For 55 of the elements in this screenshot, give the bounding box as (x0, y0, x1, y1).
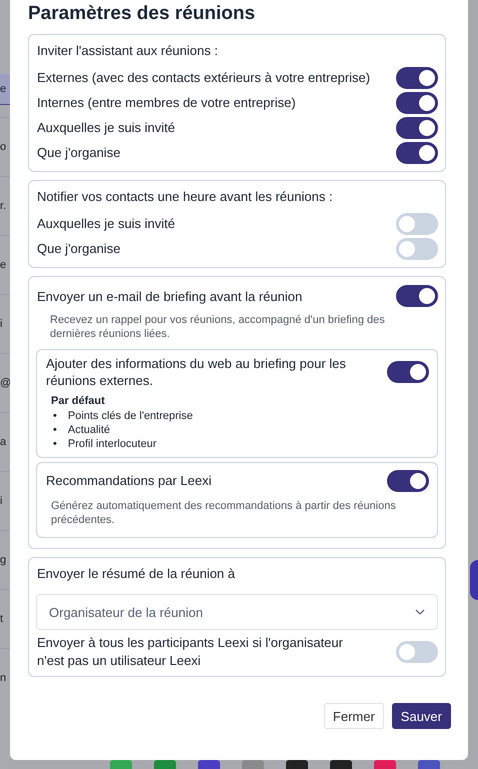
bullet-icon: • (53, 423, 57, 437)
toggle-switch[interactable] (396, 92, 438, 114)
section-heading: Inviter l'assistant aux réunions : (37, 42, 219, 60)
list-text: e (0, 258, 6, 272)
app-icon[interactable] (418, 760, 440, 769)
list-text: r. (0, 200, 6, 212)
setting-label: Envoyer à tous les participants Leexi si l'organisateur n'est pas un utilisateur Leexi (37, 634, 344, 670)
list-text: i (0, 494, 2, 508)
list-text: i (0, 318, 2, 330)
toggle-switch[interactable] (396, 66, 438, 88)
list-text: o (0, 140, 6, 154)
close-button[interactable]: Fermer (324, 703, 384, 729)
side-shape (470, 560, 478, 600)
list-text: n (0, 672, 6, 684)
list-text: t (0, 612, 4, 626)
tab-label[interactable]: e (0, 74, 10, 105)
list-title: Par défaut (51, 394, 106, 408)
app-icon[interactable] (286, 760, 308, 769)
toggle-switch[interactable] (396, 142, 438, 164)
bullet-icon: • (53, 437, 57, 451)
list-text: a (0, 436, 6, 448)
list-text: @ (0, 376, 12, 390)
setting-label: Auxquelles je suis invité (37, 119, 176, 136)
section-heading: Notifier vos contacts une heure avant les réunions : (37, 188, 334, 206)
setting-label: Que j'organise (37, 240, 120, 257)
toggle-switch[interactable] (396, 116, 438, 138)
save-button[interactable]: Sauver (392, 703, 451, 729)
app-icon[interactable] (198, 760, 220, 769)
app-icon[interactable] (154, 760, 176, 769)
setting-description: Générez automatiquement des recommandations à partir des réunions précédentes. (51, 499, 397, 527)
bullet-icon: • (53, 409, 57, 423)
setting-label: Envoyer un e-mail de briefing avant la réunion (37, 288, 302, 304)
section-heading: Envoyer le résumé de la réunion à (37, 565, 236, 583)
setting-label: Recommandations par Leexi (46, 472, 212, 489)
setting-label: Ajouter des informations du web au briefing pour les réunions externes. (46, 355, 347, 389)
toggle-switch[interactable] (396, 238, 438, 260)
toggle-switch[interactable] (396, 641, 438, 663)
app-icon[interactable] (242, 760, 264, 769)
toggle-switch[interactable] (387, 470, 429, 492)
chevron-down-icon (415, 609, 425, 615)
list-text: g (0, 554, 6, 566)
list-item: Actualité (68, 423, 110, 437)
toggle-switch[interactable] (396, 285, 438, 307)
list-item: Points clés de l'entreprise (68, 409, 193, 423)
dialog-title: Paramètres des réunions (28, 2, 256, 26)
setting-label: Externes (avec des contacts extérieurs à votre entreprise) (37, 69, 370, 86)
list-item: Profil interlocuteur (68, 437, 157, 451)
recipient-dropdown[interactable]: Organisateur de la réunion (36, 594, 438, 630)
setting-label: Auxquelles je suis invité (37, 215, 176, 232)
toggle-switch[interactable] (396, 212, 438, 234)
setting-label: Internes (entre membres de votre entreprise) (37, 94, 296, 111)
setting-description: Recevez un rappel pour vos réunions, accompagné d'un briefing des dernières réunions liées. (50, 313, 386, 341)
setting-label: Que j'organise (37, 144, 120, 161)
toggle-switch[interactable] (387, 361, 429, 383)
app-icon[interactable] (330, 760, 352, 769)
